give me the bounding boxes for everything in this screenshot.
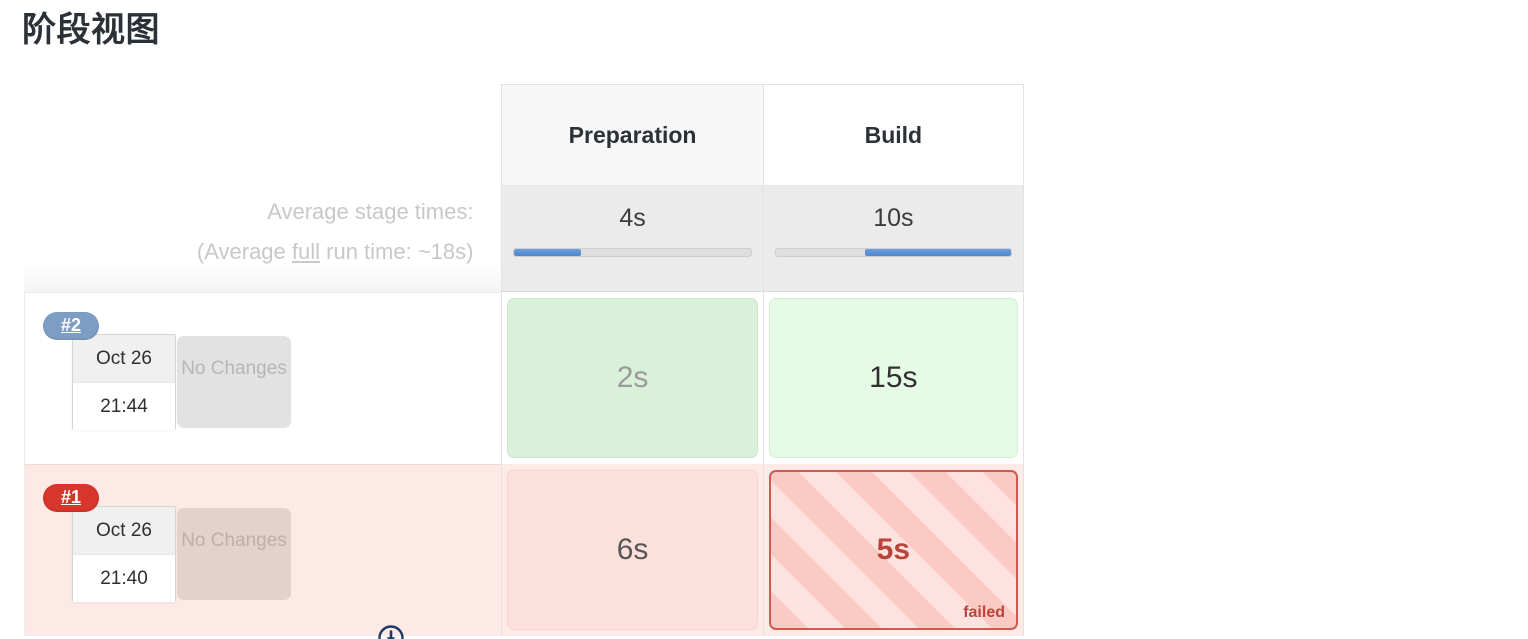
stage-duration: 5s	[876, 533, 911, 566]
stage-view-table: Preparation Build Average stage times: (…	[24, 84, 1024, 639]
run-changes-box[interactable]: No Changes	[177, 508, 291, 600]
page-title: 阶段视图	[22, 11, 160, 49]
table-row: #1 No Changes Oct 26 21:40 6s 5s failed	[24, 464, 1024, 636]
status-badge: failed	[963, 604, 1005, 621]
average-cell-preparation: 4s	[501, 186, 763, 292]
stage-duration: 15s	[869, 361, 918, 394]
stage-header-build[interactable]: Build	[762, 84, 1024, 186]
average-progress-fill	[514, 249, 581, 256]
stage-header-preparation[interactable]: Preparation	[501, 84, 763, 186]
stage-status-box[interactable]: 2s	[507, 298, 758, 458]
stage-header-label: Build	[864, 121, 923, 148]
stage-header-row: Preparation Build	[24, 84, 1024, 186]
avg-prefix: (Average	[196, 239, 292, 264]
stage-header-label: Preparation	[568, 121, 697, 148]
header-spacer	[24, 84, 502, 186]
stage-status-box[interactable]: 5s failed	[768, 470, 1018, 630]
stage-view-page: 阶段视图 Preparation Build Average stage tim…	[0, 0, 1528, 639]
stage-cell-preparation[interactable]: 6s	[501, 464, 763, 636]
run-number-badge[interactable]: #2	[43, 312, 99, 340]
stage-duration: 2s	[616, 361, 649, 394]
average-progress-track	[774, 248, 1012, 257]
run-meta-cell: #2 No Changes Oct 26 21:44	[24, 292, 502, 639]
run-meta-cell: #1 No Changes Oct 26 21:40	[24, 464, 502, 636]
stage-duration: 6s	[616, 533, 649, 566]
average-full-run-time-label: (Average full run time: ~18s)	[24, 232, 474, 272]
download-circle-icon[interactable]	[378, 625, 404, 639]
stage-cell-build[interactable]: 15s	[762, 292, 1024, 464]
run-timestamp-box[interactable]: Oct 26 21:44	[72, 334, 176, 430]
run-time: 21:44	[73, 383, 175, 430]
stage-cell-preparation[interactable]: 2s	[501, 292, 763, 464]
average-row: Average stage times: (Average full run t…	[24, 186, 1024, 292]
run-number-badge[interactable]: #1	[43, 484, 99, 512]
avg-full-underline: full	[291, 239, 321, 264]
avg-suffix: run time: ~18s)	[320, 239, 474, 264]
average-duration: 10s	[873, 204, 914, 232]
run-date: Oct 26	[73, 335, 175, 383]
average-label-cell: Average stage times: (Average full run t…	[24, 186, 502, 292]
average-stage-times-label: Average stage times:	[267, 199, 474, 224]
run-time: 21:40	[73, 555, 175, 602]
stage-cell-build[interactable]: 5s failed	[762, 464, 1024, 636]
run-date: Oct 26	[73, 507, 175, 555]
average-progress-fill	[865, 249, 1011, 256]
run-changes-box[interactable]: No Changes	[177, 336, 291, 428]
table-row: #2 No Changes Oct 26 21:44 2s 15s	[24, 292, 1024, 639]
run-timestamp-box[interactable]: Oct 26 21:40	[72, 506, 176, 602]
stage-status-box[interactable]: 6s	[507, 470, 758, 630]
average-cell-build: 10s	[762, 186, 1024, 292]
average-duration: 4s	[619, 204, 646, 232]
average-progress-track	[513, 248, 752, 257]
stage-status-box[interactable]: 15s	[768, 298, 1018, 458]
